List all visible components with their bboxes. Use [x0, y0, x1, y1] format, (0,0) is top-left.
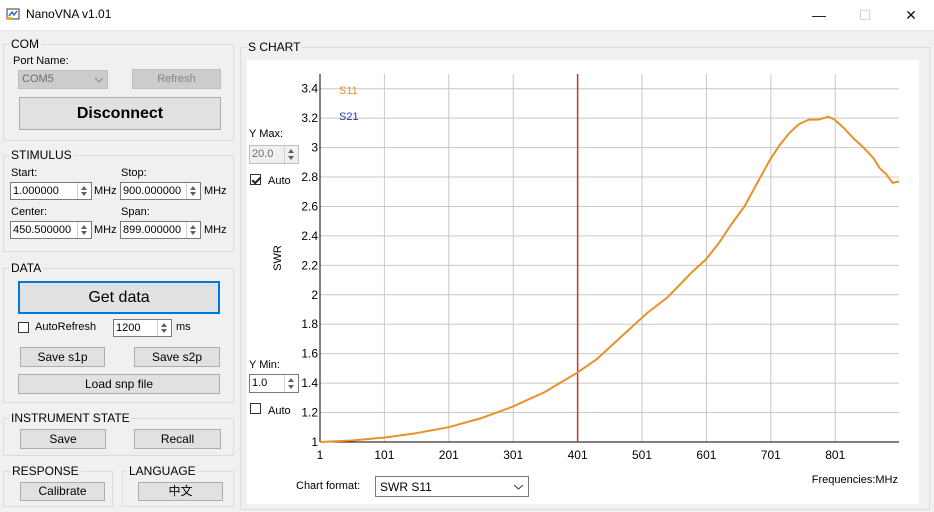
center-input[interactable]: 450.500000 — [10, 221, 92, 239]
start-unit: MHz — [94, 185, 117, 197]
stop-spinner[interactable] — [186, 183, 200, 199]
interval-value: 1200 — [116, 322, 141, 334]
app-icon — [6, 8, 20, 20]
port-select[interactable]: COM5 — [18, 70, 108, 89]
start-value: 1.000000 — [13, 185, 59, 197]
start-spinner[interactable] — [77, 183, 91, 199]
y-tick-label: 3.2 — [301, 111, 318, 125]
chevron-down-icon — [514, 484, 523, 490]
stop-label: Stop: — [121, 167, 147, 179]
language-button[interactable]: 中文 — [138, 482, 223, 501]
legend-s11: S11 — [339, 85, 358, 97]
y-tick-label: 1 — [311, 435, 318, 449]
chart-format-value: SWR S11 — [380, 480, 432, 494]
x-tick-label: 201 — [439, 448, 459, 462]
get-data-button[interactable]: Get data — [18, 281, 220, 314]
series-line-s11 — [319, 115, 900, 443]
center-label: Center: — [11, 206, 48, 218]
y-tick-label: 2 — [311, 288, 318, 302]
port-name-label: Port Name: — [13, 55, 69, 67]
y-tick-label: 1.8 — [301, 317, 318, 331]
x-tick-label: 501 — [632, 448, 652, 462]
x-tick-label: 601 — [696, 448, 716, 462]
x-tick-label: 701 — [761, 448, 781, 462]
s-chart-label: S CHART — [246, 40, 303, 54]
swr-chart[interactable]: 1 101 201 301 401 501 601 701 801 1 1.2 1.4 1.6 1.8 2 2… — [247, 60, 919, 504]
autorefresh-checkbox[interactable] — [18, 322, 29, 333]
start-label: Start: — [11, 167, 38, 179]
x-tick-label: 801 — [825, 448, 845, 462]
interval-unit: ms — [176, 321, 191, 333]
autorefresh-label: AutoRefresh — [35, 321, 97, 333]
y-tick-label: 3.4 — [301, 82, 318, 96]
start-input[interactable]: 1.000000 — [10, 182, 92, 200]
span-label: Span: — [121, 206, 150, 218]
span-spinner[interactable] — [186, 222, 200, 238]
port-select-value: COM5 — [22, 73, 54, 85]
center-value: 450.500000 — [13, 224, 72, 236]
span-unit: MHz — [204, 224, 227, 236]
save-s1p-button[interactable]: Save s1p — [20, 347, 105, 367]
disconnect-button[interactable]: Disconnect — [19, 97, 221, 130]
data-label: DATA — [9, 261, 44, 275]
minimize-button[interactable]: — — [796, 0, 842, 30]
chevron-down-icon — [95, 77, 103, 83]
maximize-button[interactable]: ☐ — [842, 0, 888, 30]
y-tick-label: 2.2 — [301, 258, 318, 272]
calibrate-button[interactable]: Calibrate — [20, 482, 105, 501]
x-tick-label: 401 — [568, 448, 588, 462]
chart-format-label: Chart format: — [296, 480, 361, 492]
load-snp-button[interactable]: Load snp file — [18, 374, 220, 394]
x-tick-label: 1 — [317, 448, 324, 462]
legend-s21: S21 — [339, 111, 359, 123]
interval-input[interactable]: 1200 — [113, 319, 172, 337]
recall-button[interactable]: Recall — [134, 429, 221, 449]
close-button[interactable]: ✕ — [888, 0, 934, 30]
instrument-save-button[interactable]: Save — [20, 429, 106, 449]
x-tick-label: 301 — [503, 448, 523, 462]
title-bar: NanoVNA v1.01 — ☐ ✕ — [0, 0, 934, 31]
instrument-state-label: INSTRUMENT STATE — [9, 411, 132, 425]
y-tick-label: 1.2 — [301, 406, 318, 420]
y-tick-label: 1.4 — [301, 376, 318, 390]
window-title: NanoVNA v1.01 — [26, 7, 112, 21]
interval-spinner[interactable] — [157, 320, 171, 336]
stop-value: 900.000000 — [123, 185, 182, 197]
stop-input[interactable]: 900.000000 — [120, 182, 201, 200]
y-tick-label: 3 — [311, 141, 318, 155]
y-tick-label: 2.4 — [301, 229, 318, 243]
center-spinner[interactable] — [77, 222, 91, 238]
stimulus-label: STIMULUS — [9, 148, 74, 162]
response-label: RESPONSE — [10, 464, 81, 478]
x-axis-label: Frequencies:MHz — [812, 474, 898, 486]
language-label: LANGUAGE — [127, 464, 198, 478]
y-tick-label: 1.6 — [301, 347, 318, 361]
y-tick-label: 2.6 — [301, 199, 318, 213]
span-input[interactable]: 899.000000 — [120, 221, 201, 239]
stop-unit: MHz — [204, 185, 227, 197]
y-tick-label: 2.8 — [301, 170, 318, 184]
save-s2p-button[interactable]: Save s2p — [134, 347, 220, 367]
chart-format-select[interactable]: SWR S11 — [375, 476, 529, 497]
span-value: 899.000000 — [123, 224, 182, 236]
x-tick-label: 101 — [374, 448, 394, 462]
com-label: COM — [9, 37, 41, 51]
refresh-button[interactable]: Refresh — [132, 69, 221, 89]
center-unit: MHz — [94, 224, 117, 236]
y-axis-label: SWR — [272, 245, 284, 271]
